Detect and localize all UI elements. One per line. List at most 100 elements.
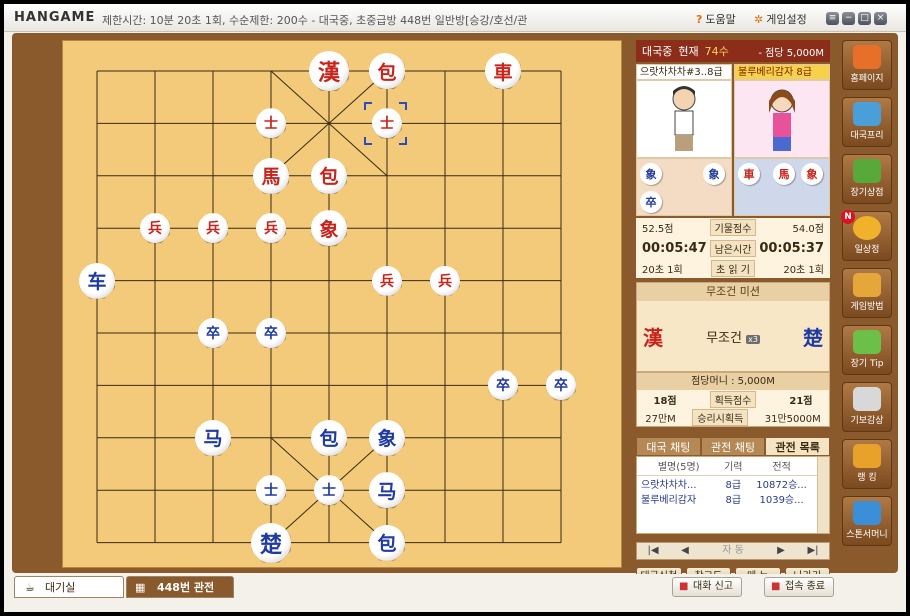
tab-spectator-chat[interactable]: 관전 채팅 xyxy=(700,437,766,456)
list-scrollbar[interactable] xyxy=(817,457,829,533)
red-piece[interactable]: 兵 xyxy=(140,213,170,244)
tab-game-chat[interactable]: 대국 채팅 xyxy=(636,437,701,456)
player-left[interactable]: 으랏차차차#3..8급 象 象 卒 xyxy=(636,64,732,216)
tab-spectator-list[interactable]: 관전 목록 xyxy=(765,437,831,456)
blue-piece[interactable]: 士 xyxy=(256,475,286,506)
side-menu: 홈페이지 대국프리 장기상점 N 일상정 게임방법 장기 Tip 기보감상 랭 킹… xyxy=(841,40,892,553)
col-header: 별명(5명) xyxy=(637,457,721,476)
captured-piece: 象 xyxy=(640,163,662,185)
captured-piece: 象 xyxy=(703,163,725,185)
red-piece[interactable]: 漢 xyxy=(309,51,349,91)
stake: - 점당 5,000M xyxy=(758,47,824,59)
next-move-button[interactable]: ▶ xyxy=(765,543,797,559)
cho-glyph: 楚 xyxy=(802,325,823,350)
side-label: 랭 킹 xyxy=(857,473,877,483)
selection-marker xyxy=(364,102,372,110)
game-state: 대국중 xyxy=(642,45,673,58)
win-label: 승리시획득 xyxy=(692,408,749,426)
shop-icon xyxy=(853,159,881,183)
table-row[interactable]: 불루베리감자 8급 1039승... xyxy=(637,491,817,506)
side-label: 게임방법 xyxy=(850,302,884,312)
selection-marker xyxy=(364,137,372,145)
side-shop[interactable]: 장기상점 xyxy=(842,154,892,204)
mission-text-group: 무조건 x3 xyxy=(706,327,760,346)
first-move-button[interactable]: |◀ xyxy=(637,543,669,559)
close-button[interactable]: × xyxy=(874,12,887,25)
egg-icon xyxy=(853,216,881,240)
red-piece[interactable]: 兵 xyxy=(198,213,228,244)
cup-icon: ☕ xyxy=(25,581,35,594)
menu-window-button[interactable]: ≡ xyxy=(826,12,839,25)
player-right-name: 불루베리감자 8급 xyxy=(734,64,830,80)
red-piece[interactable]: 士 xyxy=(372,108,402,139)
report-chat-button[interactable]: ■ 대화 신고 xyxy=(672,577,742,597)
captured-left: 象 象 卒 xyxy=(636,158,732,216)
free-game-icon xyxy=(853,102,881,126)
player-left-avatar xyxy=(636,80,732,158)
blue-piece[interactable]: 士 xyxy=(314,475,344,506)
game-info-text: 제한시간: 10분 20초 1회, 수순제한: 200수 - 대국중, 초중급방… xyxy=(102,14,528,27)
help-link[interactable]: ? 도움말 xyxy=(696,11,736,27)
money-title: 점당머니 : 5,000M xyxy=(637,373,829,390)
logout-button[interactable]: ■ 접속 종료 xyxy=(764,577,834,597)
game-status-bar: 대국중 현재 74수 - 점당 5,000M xyxy=(636,40,830,62)
janggi-board[interactable]: 漢包車士士馬包兵兵兵象车兵兵卒卒卒卒马包象士士马楚包 xyxy=(62,40,622,568)
cell: 8급 xyxy=(725,479,742,491)
question-icon xyxy=(853,273,881,297)
last-move-button[interactable]: ▶| xyxy=(797,543,829,559)
captured-piece: 卒 xyxy=(640,191,662,213)
game-panel: 대국중 현재 74수 - 점당 5,000M 으랏차차차#3..8급 象 象 卒… xyxy=(636,40,831,587)
tab-spectate[interactable]: ▦ 448번 관전 xyxy=(126,576,234,598)
red-piece[interactable]: 兵 xyxy=(430,265,460,296)
red-piece[interactable]: 兵 xyxy=(256,213,286,244)
blue-piece[interactable]: 卒 xyxy=(256,318,286,348)
col-header: 전적 xyxy=(746,457,817,476)
exit-icon: ■ xyxy=(771,581,781,592)
side-label: 일상정 xyxy=(854,245,880,255)
win-left: 27만M xyxy=(645,413,676,425)
time-label: 남은시간 xyxy=(709,239,757,257)
red-piece[interactable]: 兵 xyxy=(372,265,402,296)
side-label: 장기상점 xyxy=(850,188,884,198)
tab-label: 대기실 xyxy=(45,581,76,594)
selection-marker xyxy=(399,137,407,145)
new-badge: N xyxy=(841,210,855,224)
cell: 1039승... xyxy=(759,494,804,506)
win-right: 31만5000M xyxy=(764,413,821,425)
blue-piece[interactable]: 楚 xyxy=(251,522,291,563)
side-stone-money[interactable]: 스톤서머니 xyxy=(842,496,892,546)
side-records[interactable]: 기보감상 xyxy=(842,382,892,432)
blue-piece[interactable]: 卒 xyxy=(488,370,518,401)
maximize-button[interactable]: □ xyxy=(858,12,871,25)
blue-piece[interactable]: 卒 xyxy=(198,318,228,348)
player-right[interactable]: 불루베리감자 8급 車 馬 象 xyxy=(734,64,830,216)
chat-tabs: 대국 채팅 관전 채팅 관전 목록 xyxy=(636,437,831,456)
score-right: 54.0점 xyxy=(792,224,824,235)
side-homepage[interactable]: 홈페이지 xyxy=(842,40,892,90)
settings-link[interactable]: ✲ 게임설정 xyxy=(754,11,807,27)
blue-piece[interactable]: 包 xyxy=(369,524,405,561)
mission-title: 무조건 미션 xyxy=(637,283,829,301)
minimize-button[interactable]: − xyxy=(842,12,855,25)
side-ranking[interactable]: 랭 킹 xyxy=(842,439,892,489)
side-daily[interactable]: N 일상정 xyxy=(841,210,892,261)
board-icon: ▦ xyxy=(135,581,146,594)
replay-nav: |◀ ◀ 자 동 ▶ ▶| xyxy=(636,542,830,560)
prev-move-button[interactable]: ◀ xyxy=(669,543,701,559)
side-label: 장기 Tip xyxy=(850,359,884,369)
side-tips[interactable]: 장기 Tip xyxy=(842,325,892,375)
blue-piece[interactable]: 卒 xyxy=(546,370,576,401)
auto-button[interactable]: 자 동 xyxy=(701,543,765,559)
avatar-female-icon xyxy=(769,89,795,151)
table-row[interactable]: 으랏차차차... 8급 10872승... xyxy=(637,475,817,491)
captured-right: 車 馬 象 xyxy=(734,158,830,216)
side-how-to-play[interactable]: 게임방법 xyxy=(842,268,892,318)
side-free-game[interactable]: 대국프리 xyxy=(842,97,892,147)
lock-icon: ■ xyxy=(679,581,689,592)
red-piece[interactable]: 士 xyxy=(256,108,286,139)
cell: 으랏차차차... xyxy=(641,479,697,491)
stats-table: 52.5점 기물점수 54.0점 00:05:47 남은시간 00:05:37 20초 … xyxy=(636,218,830,278)
tab-lobby[interactable]: ☕ 대기실 xyxy=(14,576,124,598)
tip-icon xyxy=(853,330,881,354)
mission-text: 무조건 xyxy=(706,330,742,346)
